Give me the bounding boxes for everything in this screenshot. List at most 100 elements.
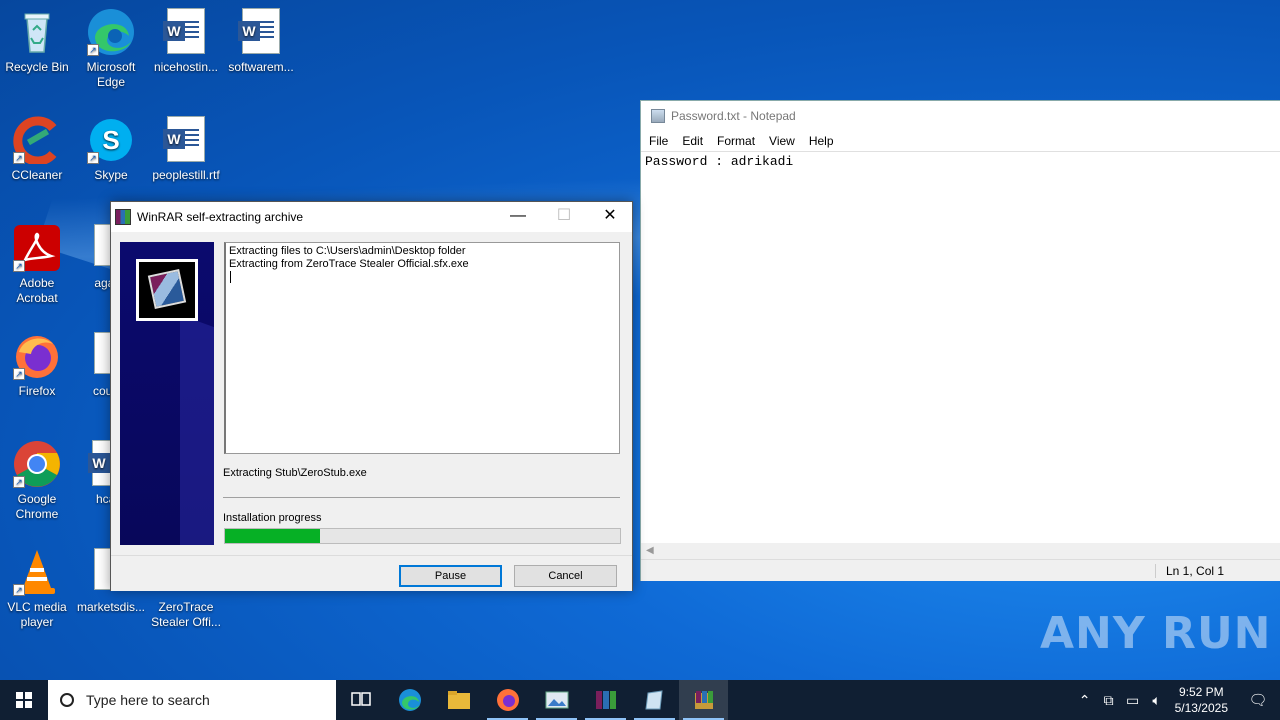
search-placeholder: Type here to search [86,692,210,708]
log-line: Extracting files to C:\Users\admin\Deskt… [229,245,466,257]
firefox-icon[interactable] [483,680,532,720]
minimize-icon[interactable]: — [495,202,541,232]
word-doc-icon: W [162,116,210,164]
shortcut-arrow-icon: ↗ [13,476,25,488]
desktop-icon-vlc[interactable]: ↗ VLC media player [0,548,74,630]
menu-help[interactable]: Help [809,134,834,148]
desktop-icon-label: Skype [94,168,128,182]
winrar-side-banner [120,242,214,545]
file-explorer-icon[interactable] [434,680,483,720]
desktop-icon-nicehostin[interactable]: W nicehostin... [149,8,223,75]
desktop-icon-edge[interactable]: ↗ Microsoft Edge [74,8,148,90]
notepad-title: Password.txt - Notepad [671,109,796,123]
desktop-icon-label: Firefox [18,384,56,398]
winrar-sfx-dialog[interactable]: WinRAR self-extracting archive — ☐ ✕ Ext… [110,201,633,591]
taskbar-search-box[interactable]: Type here to search [48,680,336,720]
edge-icon[interactable] [385,680,434,720]
start-button[interactable] [0,680,48,720]
desktop-icon-label: nicehostin... [153,60,219,74]
winrar-logo-icon [136,259,198,321]
menu-file[interactable]: File [649,134,668,148]
pause-button[interactable]: Pause [399,565,502,587]
desktop-icon-peoplestill[interactable]: W peoplestill.rtf [149,116,223,183]
volume-icon[interactable]: 🔈︎ [1145,692,1169,709]
network-icon[interactable]: ▭ [1121,692,1145,709]
desktop-icon-label: marketsdis... [76,600,145,614]
image-viewer-icon[interactable] [532,680,581,720]
close-icon[interactable]: ✕ [587,202,633,232]
menu-view[interactable]: View [769,134,795,148]
menu-edit[interactable]: Edit [682,134,703,148]
ccleaner-icon: ↗ [13,116,61,166]
winrar-icon[interactable] [581,680,630,720]
desktop-icon-label: VLC media player [7,600,67,629]
horizontal-scrollbar[interactable]: ◀ [641,543,1280,559]
notepad-content: Password : adrikadi [645,154,794,169]
meet-now-icon[interactable]: ⧉ [1097,692,1121,709]
text-caret [230,271,231,283]
word-doc-icon: W [237,8,285,56]
cursor-position: Ln 1, Col 1 [1155,564,1224,578]
notepad-icon[interactable] [630,680,679,720]
desktop-icon-label: peoplestill.rtf [152,168,220,182]
cancel-button[interactable]: Cancel [514,565,617,587]
extraction-log[interactable]: Extracting files to C:\Users\admin\Deskt… [224,242,620,454]
shortcut-arrow-icon: ↗ [87,44,99,56]
anyrun-watermark: ANY RUN [1040,608,1272,659]
winrar-icon [115,209,131,225]
log-line: Extracting from ZeroTrace Stealer Offici… [229,258,469,270]
task-view-icon[interactable] [336,680,385,720]
notepad-text-area[interactable]: Password : adrikadi [641,151,1280,543]
desktop-icon-chrome[interactable]: ↗ Google Chrome [0,440,74,522]
clock-time: 9:52 PM [1178,685,1224,699]
vlc-icon: ↗ [13,548,61,596]
chrome-icon: ↗ [13,440,61,488]
shortcut-arrow-icon: ↗ [13,368,25,380]
dialog-footer: Pause Cancel [111,555,632,591]
winrar-title: WinRAR self-extracting archive [137,210,304,224]
progress-label: Installation progress [223,512,322,524]
menu-format[interactable]: Format [717,134,755,148]
recycle-bin-icon [13,8,61,56]
shortcut-arrow-icon: ↗ [13,260,25,272]
svg-text:S: S [102,125,119,155]
desktop-icon-label: Google Chrome [15,492,59,521]
desktop-icon-label: CCleaner [11,168,63,182]
winrar-sfx-icon[interactable] [679,680,728,720]
chevron-up-icon[interactable]: ⌃ [1073,692,1097,709]
windows-logo-icon [16,692,32,708]
desktop-icon-firefox[interactable]: ↗ Firefox [0,332,74,399]
skype-icon: S ↗ [87,116,135,164]
installation-progress-bar [224,528,621,544]
taskbar: Type here to search ⌃ ⧉ ▭ 🔈︎ 9:52 PM 5/1… [0,680,1280,720]
scroll-left-icon[interactable]: ◀ [646,545,654,556]
clock[interactable]: 9:52 PM 5/13/2025 [1175,684,1228,716]
notepad-menubar: File Edit Format View Help [641,131,1280,151]
shortcut-arrow-icon: ↗ [87,152,99,164]
desktop-icon-label: Microsoft Edge [86,60,136,89]
notepad-statusbar: Ln 1, Col 1 [641,559,1280,581]
notepad-titlebar[interactable]: Password.txt - Notepad [641,101,1280,131]
desktop-icon-recycle-bin[interactable]: Recycle Bin [0,8,74,75]
desktop-icon-acrobat[interactable]: ↗ Adobe Acrobat [0,224,74,306]
divider [223,497,620,498]
firefox-icon: ↗ [13,332,61,380]
desktop-icon-label: Adobe Acrobat [16,276,58,305]
edge-icon: ↗ [87,8,135,56]
maximize-icon: ☐ [556,207,572,224]
acrobat-icon: ↗ [13,224,61,272]
search-icon [60,693,74,707]
notification-icon[interactable]: 🗨︎ [1236,691,1280,709]
desktop: Recycle Bin ↗ CCleaner ↗ Adobe Acrobat ↗… [0,0,1280,680]
notepad-window[interactable]: Password.txt - Notepad File Edit Format … [640,100,1280,581]
current-file-label: Extracting Stub\ZeroStub.exe [223,467,367,479]
shortcut-arrow-icon: ↗ [13,152,25,164]
desktop-icon-label: ZeroTrace Stealer Offi... [151,600,221,629]
winrar-titlebar[interactable]: WinRAR self-extracting archive — ☐ ✕ [111,202,632,232]
desktop-icon-skype[interactable]: S ↗ Skype [74,116,148,183]
system-tray: ⌃ ⧉ ▭ 🔈︎ 9:52 PM 5/13/2025 🗨︎ [1073,680,1280,720]
notepad-icon [651,109,665,123]
word-doc-icon: W [162,8,210,56]
desktop-icon-softwarem[interactable]: W softwarem... [224,8,298,75]
desktop-icon-ccleaner[interactable]: ↗ CCleaner [0,116,74,183]
